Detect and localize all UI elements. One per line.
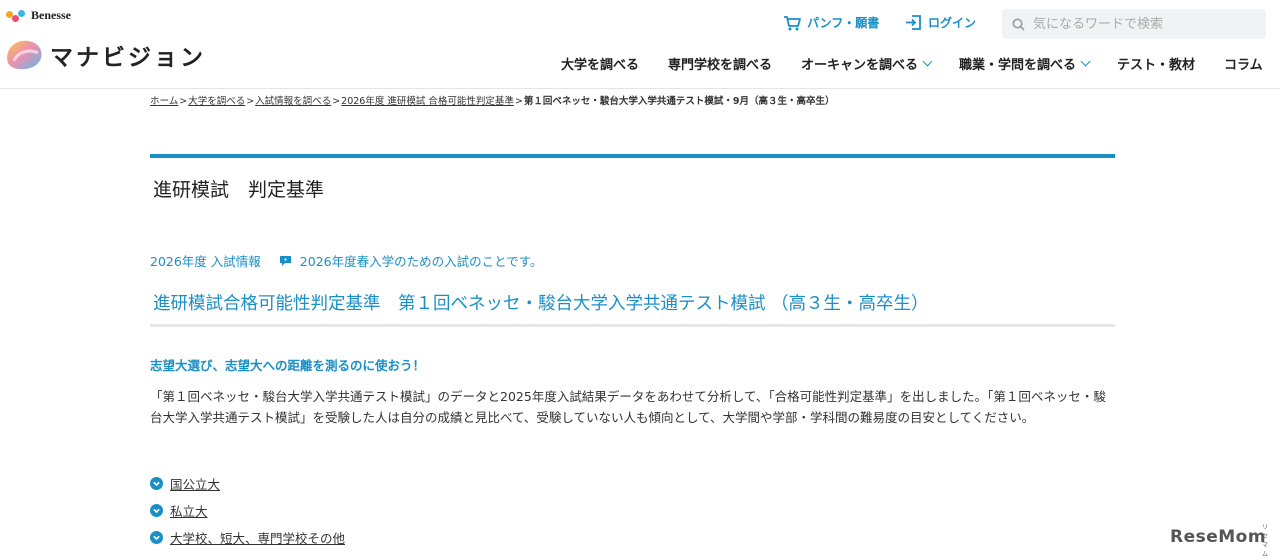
breadcrumb-separator: >	[246, 96, 255, 107]
description: 「第１回ベネッセ・駿台大学入学共通テスト模試」のデータと2025年度入試結果デー…	[150, 389, 1106, 425]
breadcrumb: ホーム>大学を調べる>入試情報を調べる>2026年度 進研模試 合格可能性判定基…	[150, 93, 834, 107]
title-accent-bar	[150, 154, 1115, 158]
breadcrumb-current: 第１回ベネッセ・駿台大学入学共通テスト模試・9月（高３生・高卒生）	[523, 96, 835, 107]
nav-careers[interactable]: 職業・学問を調べる	[959, 54, 1091, 73]
login-label: ログイン	[928, 16, 977, 30]
breadcrumb-separator: >	[179, 96, 188, 107]
note-text: 2026年度春入学のための入試のことです。	[299, 254, 543, 269]
nav-column-label: コラム	[1224, 57, 1263, 73]
nav-tests[interactable]: テスト・教材	[1117, 54, 1196, 73]
note: 2026年度春入学のための入試のことです。	[279, 251, 543, 270]
breadcrumb-admission[interactable]: 入試情報を調べる	[255, 96, 331, 107]
link-national-public[interactable]: 国公立大	[170, 474, 220, 493]
catch-copy: 志望大選び、志望大への距離を測るのに使おう！	[150, 358, 426, 373]
chevron-circle-icon	[150, 531, 163, 544]
nav-university-label: 大学を調べる	[561, 57, 640, 73]
manavision-logo-icon	[7, 40, 42, 70]
divider	[150, 324, 1115, 327]
list-item: 私立大	[150, 497, 345, 524]
logo-text: マナビジョン	[50, 45, 206, 71]
nav-vocational-label: 専門学校を調べる	[668, 57, 773, 73]
section-subtitle: 進研模試合格可能性判定基準 第１回ベネッセ・駿台大学入学共通テスト模試 （高３生…	[153, 294, 929, 314]
watermark-sub: リセマム	[1262, 524, 1269, 558]
pamphlet-link[interactable]: パンフ・願書	[783, 14, 879, 31]
year-label: 2026年度 入試情報	[150, 254, 261, 269]
login-link[interactable]: ログイン	[905, 14, 976, 31]
search-icon	[1012, 18, 1025, 31]
nav-careers-label: 職業・学問を調べる	[959, 57, 1077, 73]
breadcrumb-separator: >	[514, 96, 523, 107]
chevron-down-icon	[922, 56, 933, 66]
login-icon	[906, 15, 921, 30]
link-private[interactable]: 私立大	[170, 501, 208, 520]
link-other-schools[interactable]: 大学校、短大、専門学校その他	[170, 528, 345, 547]
nav-open-campus-label: オーキャンを調べる	[801, 57, 919, 73]
manavision-logo[interactable]: マナビジョン	[4, 37, 206, 73]
nav-university[interactable]: 大学を調べる	[561, 54, 640, 73]
link-list: 国公立大 私立大 大学校、短大、専門学校その他	[150, 470, 345, 551]
nav-vocational[interactable]: 専門学校を調べる	[668, 54, 773, 73]
nav-open-campus[interactable]: オーキャンを調べる	[801, 54, 933, 73]
speech-bubble-icon	[279, 255, 291, 266]
page-title: 進研模試 判定基準	[153, 179, 325, 201]
meta-row: 2026年度 入試情報 2026年度春入学のための入試のことです。	[150, 251, 542, 270]
pamphlet-label: パンフ・願書	[807, 16, 880, 30]
resemom-watermark: ReseMom リセマム	[1170, 524, 1268, 558]
benesse-mark-icon	[6, 9, 28, 23]
breadcrumb-criteria[interactable]: 2026年度 進研模試 合格可能性判定基準	[341, 96, 514, 107]
list-item: 大学校、短大、専門学校その他	[150, 524, 345, 551]
breadcrumb-home[interactable]: ホーム	[150, 96, 178, 107]
chevron-down-icon	[1080, 56, 1091, 66]
chevron-circle-icon	[150, 477, 163, 490]
list-item: 国公立大	[150, 470, 345, 497]
breadcrumb-university[interactable]: 大学を調べる	[188, 96, 245, 107]
cart-icon	[784, 15, 801, 30]
site-header: Benesse マナビジョン パンフ・願書 ログイン 気になるワードで検索 大学…	[0, 0, 1280, 89]
nav-tests-label: テスト・教材	[1117, 57, 1196, 73]
chevron-circle-icon	[150, 504, 163, 517]
search-box	[1002, 9, 1266, 39]
nav-column[interactable]: コラム	[1224, 54, 1263, 73]
benesse-label: Benesse	[31, 8, 71, 22]
breadcrumb-separator: >	[332, 96, 341, 107]
watermark-text: ReseMom	[1170, 527, 1267, 547]
search-input[interactable]	[1031, 15, 1255, 33]
benesse-logo[interactable]: Benesse	[6, 8, 71, 23]
